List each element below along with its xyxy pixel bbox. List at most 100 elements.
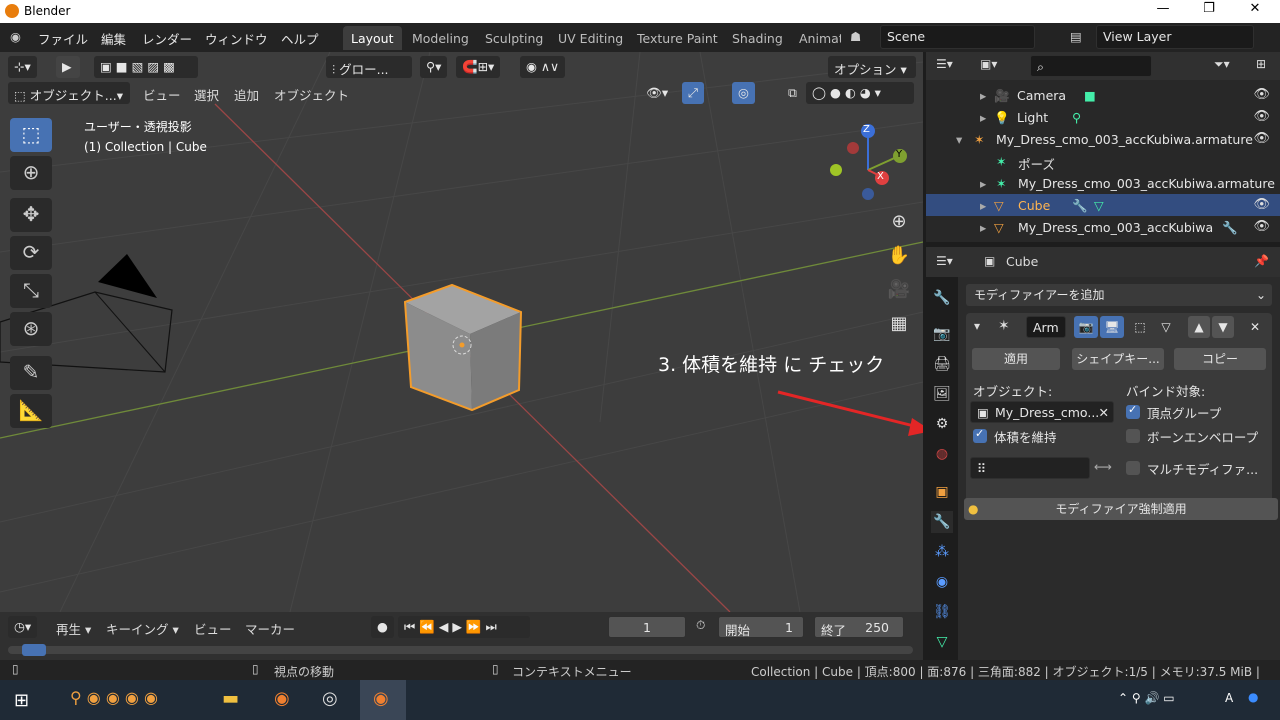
- playhead[interactable]: [22, 644, 46, 656]
- end-frame-field[interactable]: 終了 250: [814, 616, 904, 638]
- menu-playback[interactable]: 再生 ▾: [56, 619, 91, 638]
- ime-indicator[interactable]: A: [1225, 691, 1233, 705]
- force-apply-button[interactable]: ● モディファイア強制適用: [964, 498, 1278, 520]
- gizmo-toggle-icon[interactable]: ⤢: [682, 82, 705, 104]
- apply-as-shapekey-button[interactable]: シェイプキー...: [1072, 348, 1164, 370]
- pin-icon[interactable]: 📌: [1254, 254, 1269, 268]
- vertex-groups-checkbox[interactable]: [1126, 403, 1140, 419]
- current-frame-field[interactable]: 1: [608, 616, 686, 638]
- overlay-toggle-icon[interactable]: ◎: [732, 82, 755, 104]
- view-layer-tab-icon[interactable]: 🖼: [931, 383, 953, 405]
- menu-select[interactable]: 選択: [194, 85, 219, 104]
- close-button[interactable]: ✕: [1232, 1, 1278, 21]
- render-tab-icon[interactable]: 📷: [931, 323, 953, 345]
- timeline[interactable]: ◷▾ 再生 ▾ キーイング ▾ ビュー マーカー ● ⏮ ⏪ ◀ ▶ ⏩ ⏭ 1…: [0, 612, 923, 660]
- start-frame-field[interactable]: 開始 1: [718, 616, 804, 638]
- vertex-group-field[interactable]: ⠿: [970, 457, 1090, 479]
- new-collection-icon[interactable]: ⊞: [1256, 57, 1266, 71]
- remove-modifier-icon[interactable]: ✕: [1244, 316, 1266, 338]
- outliner-editor-icon[interactable]: ☰▾: [936, 57, 953, 71]
- clear-icon[interactable]: ✕: [1099, 405, 1109, 420]
- tab-sculpting[interactable]: Sculpting: [477, 26, 551, 50]
- outliner-row-camera[interactable]: ▸ 🎥 Camera ■ 👁: [926, 84, 1280, 106]
- eye-icon[interactable]: 👁: [1253, 219, 1270, 234]
- tab-layout[interactable]: Layout: [343, 26, 402, 50]
- menu-edit[interactable]: 編集: [101, 29, 126, 48]
- particles-tab-icon[interactable]: ⁂: [931, 541, 953, 563]
- visibility-icon[interactable]: 👁▾: [640, 82, 674, 104]
- viewport-toggle-icon[interactable]: 🖥: [1100, 316, 1124, 338]
- shading-modes[interactable]: ◯ ● ◐ ◕ ▾: [806, 82, 914, 104]
- outliner-row-dress[interactable]: ▸ ▽ My_Dress_cmo_003_accKubiwa 🔧 👁: [926, 216, 1280, 238]
- outliner-row-armature[interactable]: ▾ ✶ My_Dress_cmo_003_accKubiwa.armature …: [926, 128, 1280, 150]
- eye-icon[interactable]: 👁: [1253, 87, 1270, 102]
- windows-start-icon[interactable]: ⊞: [14, 690, 29, 711]
- tab-shading[interactable]: Shading: [724, 26, 791, 50]
- mesh-data-tab-icon[interactable]: ▽: [931, 631, 953, 653]
- eye-icon[interactable]: 👁: [1253, 131, 1270, 146]
- view-layer-field[interactable]: View Layer: [1096, 25, 1254, 49]
- collapse-arrow-icon[interactable]: ▾: [974, 319, 980, 333]
- invert-arrows-icon[interactable]: ⟷: [1094, 459, 1112, 474]
- tab-texture-paint[interactable]: Texture Paint: [629, 26, 726, 50]
- modifier-tab-icon[interactable]: 🔧: [931, 511, 953, 533]
- menu-object[interactable]: オブジェクト: [274, 85, 349, 104]
- preserve-volume-checkbox[interactable]: [973, 427, 987, 443]
- cursor-tool[interactable]: ⊕: [10, 156, 52, 190]
- record-icon[interactable]: ●: [371, 616, 394, 638]
- transform-orientation-dropdown[interactable]: ⫶ グロー...: [326, 56, 412, 78]
- zoom-icon[interactable]: ⊕: [885, 208, 913, 236]
- properties-editor-icon[interactable]: ☰▾: [936, 254, 953, 268]
- physics-tab-icon[interactable]: ◉: [931, 571, 953, 593]
- scene-tab-icon[interactable]: ⚙: [931, 413, 953, 435]
- stopwatch-icon[interactable]: ⏱: [696, 618, 705, 633]
- menu-render[interactable]: レンダー: [142, 29, 192, 48]
- measure-tool[interactable]: 📐: [10, 394, 52, 428]
- editor-type-icon[interactable]: ⊹▾: [8, 56, 37, 78]
- tab-uv-editing[interactable]: UV Editing: [550, 26, 631, 50]
- world-tab-icon[interactable]: ◍: [931, 443, 953, 465]
- scale-tool[interactable]: ⤡: [10, 274, 52, 308]
- taskbar-pinned-icons[interactable]: ⚲ ◉ ◉ ◉ ◉: [70, 688, 158, 707]
- scene-field[interactable]: Scene: [880, 25, 1035, 49]
- taskbar-blender-active[interactable]: ◉: [360, 680, 406, 720]
- obs-icon[interactable]: ◎: [322, 688, 338, 709]
- snap-icon[interactable]: 🧲⊞▾: [456, 56, 501, 78]
- xray-icon[interactable]: ⧉: [782, 82, 803, 104]
- pivot-icon[interactable]: ⚲▾: [420, 56, 448, 78]
- constraints-tab-icon[interactable]: ⛓: [931, 601, 953, 623]
- menu-window[interactable]: ウィンドウ: [205, 29, 268, 48]
- outliner-row-cube[interactable]: ▸ ▽ Cube 🔧 ▽ 👁: [926, 194, 1280, 216]
- pan-hand-icon[interactable]: ✋: [885, 242, 913, 270]
- transform-tool[interactable]: ⊛: [10, 312, 52, 346]
- outliner-search-input[interactable]: ⌕: [1030, 55, 1152, 77]
- camera-view-icon[interactable]: 🎥: [885, 276, 913, 304]
- move-up-icon[interactable]: ▲: [1188, 316, 1210, 338]
- cage-icon[interactable]: ▽: [1154, 316, 1178, 338]
- timeline-scrubber[interactable]: [8, 646, 913, 654]
- object-tab-icon[interactable]: ▣: [931, 481, 953, 503]
- display-mode-icon[interactable]: ▣▾: [980, 57, 997, 71]
- notification-icon[interactable]: ●: [1248, 690, 1258, 704]
- modifier-name-field[interactable]: Arm: [1026, 316, 1066, 338]
- proportional-edit-icon[interactable]: ◉ ∧∨: [520, 56, 566, 78]
- firefox-icon[interactable]: ◉: [274, 688, 290, 709]
- bone-envelopes-checkbox[interactable]: [1126, 429, 1140, 443]
- menu-timeline-view[interactable]: ビュー: [194, 619, 232, 638]
- scene-icon[interactable]: ☗: [850, 29, 861, 44]
- tab-modeling[interactable]: Modeling: [404, 26, 477, 50]
- properties-editor[interactable]: ☰▾ ▣ Cube 📌 🔧 📷 🖨 🖼 ⚙ ◍ ▣ 🔧 ⁂ ◉ ⛓ ▽ モディフ…: [926, 247, 1280, 660]
- eye-icon[interactable]: 👁: [1253, 197, 1270, 212]
- mode-dropdown[interactable]: ⬚ オブジェクト...▾: [8, 82, 130, 104]
- rotate-tool[interactable]: ⟳: [10, 236, 52, 270]
- multi-modifier-checkbox[interactable]: [1126, 461, 1140, 475]
- menu-file[interactable]: ファイル: [38, 29, 88, 48]
- selection-modes[interactable]: ▣ ■ ▧ ▨ ▩: [94, 56, 198, 78]
- tray-icons[interactable]: ⌃ ⚲ 🔊 ▭: [1118, 691, 1175, 705]
- 3d-viewport[interactable]: Z Y X ⊹▾ ▶ ▣ ■ ▧ ▨ ▩ ⫶ グロー... ⚲▾ 🧲⊞▾ ◉ ∧…: [0, 52, 923, 612]
- add-modifier-dropdown[interactable]: モディファイアーを追加 ⌄: [966, 284, 1272, 306]
- move-down-icon[interactable]: ▼: [1212, 316, 1234, 338]
- outliner[interactable]: ☰▾ ▣▾ ⌕ ⏷▾ ⊞ ▸ 🎥 Camera ■ 👁 ▸ 💡 Light ⚲ …: [926, 52, 1280, 242]
- menu-help[interactable]: ヘルプ: [281, 29, 319, 48]
- select-box-tool[interactable]: ⬚: [10, 118, 52, 152]
